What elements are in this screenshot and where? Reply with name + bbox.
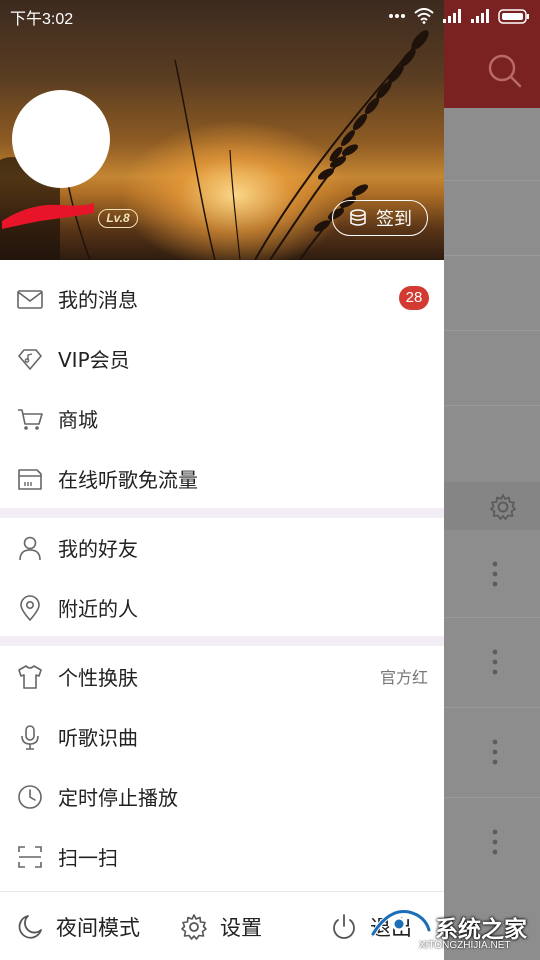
menu-item-label: 在线听歌免流量 <box>58 467 198 492</box>
site-watermark: 系统之家 XITONGZHIJIA.NET <box>365 898 540 960</box>
section-divider <box>0 636 444 646</box>
cart-icon <box>18 409 43 430</box>
watermark-title: 系统之家 <box>435 917 527 943</box>
menu-item-nearby[interactable]: 附近的人 <box>0 577 444 637</box>
status-bar: 下午3:02 <box>0 0 540 32</box>
settings-button[interactable]: 设置 <box>180 892 262 960</box>
power-icon <box>333 913 355 939</box>
more-options-icon[interactable] <box>485 648 505 676</box>
sim-card-icon <box>18 469 42 490</box>
menu-group-main: 我的消息 28 VIP会员 商城 在线听歌免流量 <box>0 268 444 508</box>
menu-item-label: 扫一扫 <box>58 845 118 870</box>
menu-item-label: 个性换肤 <box>58 665 138 690</box>
level-badge: Lv.8 <box>98 209 138 228</box>
menu-item-friends[interactable]: 我的好友 <box>0 517 444 577</box>
username-redacted[interactable] <box>0 197 96 231</box>
coins-icon <box>350 209 366 226</box>
tshirt-icon <box>18 665 42 689</box>
navigation-drawer: Lv.8 签到 我的消息 28 VIP会员 商城 在线听歌免流量 我的好友 附近… <box>0 0 444 960</box>
menu-item-label: 商城 <box>58 407 98 432</box>
menu-item-vip[interactable]: VIP会员 <box>0 328 444 388</box>
watermark-url: XITONGZHIJIA.NET <box>419 940 511 951</box>
search-icon[interactable] <box>484 50 524 90</box>
clock-icon <box>18 785 42 809</box>
list-divider <box>444 707 540 708</box>
watermark-logo-icon <box>370 908 432 937</box>
envelope-icon <box>17 290 43 309</box>
avatar[interactable] <box>12 90 110 188</box>
location-pin-icon <box>20 595 40 622</box>
more-options-icon[interactable] <box>485 560 505 588</box>
status-time: 下午3:02 <box>10 11 74 28</box>
menu-item-label: 我的好友 <box>58 536 138 561</box>
list-divider <box>444 255 540 256</box>
person-icon <box>19 536 41 561</box>
menu-item-free-data[interactable]: 在线听歌免流量 <box>0 448 444 508</box>
scan-icon <box>18 846 42 868</box>
sign-in-button[interactable]: 签到 <box>332 200 428 236</box>
list-divider <box>444 405 540 406</box>
night-mode-label: 夜间模式 <box>56 915 140 940</box>
more-options-icon[interactable] <box>485 738 505 766</box>
moon-icon <box>18 914 42 939</box>
gear-icon[interactable] <box>488 492 518 522</box>
night-mode-button[interactable]: 夜间模式 <box>16 892 140 960</box>
menu-item-label: 附近的人 <box>58 596 138 621</box>
diamond-icon <box>18 349 42 370</box>
menu-item-skin[interactable]: 个性换肤 官方红 <box>0 646 444 706</box>
signal-icon <box>471 9 489 23</box>
menu-item-label: 定时停止播放 <box>58 785 178 810</box>
wifi-icon <box>414 8 434 24</box>
list-divider <box>444 797 540 798</box>
menu-group-social: 我的好友 附近的人 <box>0 517 444 637</box>
menu-item-song-recognition[interactable]: 听歌识曲 <box>0 706 444 766</box>
battery-icon <box>498 8 529 24</box>
menu-item-messages[interactable]: 我的消息 28 <box>0 268 444 328</box>
list-divider <box>444 617 540 618</box>
list-divider <box>444 330 540 331</box>
profile-header[interactable]: Lv.8 签到 <box>0 0 444 260</box>
list-divider <box>444 180 540 181</box>
sign-in-label: 签到 <box>376 209 412 230</box>
more-dots-icon <box>389 14 405 18</box>
menu-item-label: 听歌识曲 <box>58 725 138 750</box>
signal-icon <box>443 9 461 23</box>
gear-icon <box>181 913 207 940</box>
status-icons <box>388 6 530 26</box>
more-options-icon[interactable] <box>485 828 505 856</box>
settings-label: 设置 <box>220 915 262 940</box>
menu-item-label: 我的消息 <box>58 287 138 312</box>
current-skin-value: 官方红 <box>379 668 428 687</box>
menu-item-label: VIP会员 <box>58 347 130 372</box>
message-count-badge: 28 <box>399 286 429 310</box>
menu-group-tools: 个性换肤 官方红 听歌识曲 定时停止播放 扫一扫 <box>0 646 444 886</box>
menu-item-sleep-timer[interactable]: 定时停止播放 <box>0 766 444 826</box>
menu-item-store[interactable]: 商城 <box>0 388 444 448</box>
mic-icon <box>21 725 39 750</box>
menu-item-scan[interactable]: 扫一扫 <box>0 826 444 886</box>
